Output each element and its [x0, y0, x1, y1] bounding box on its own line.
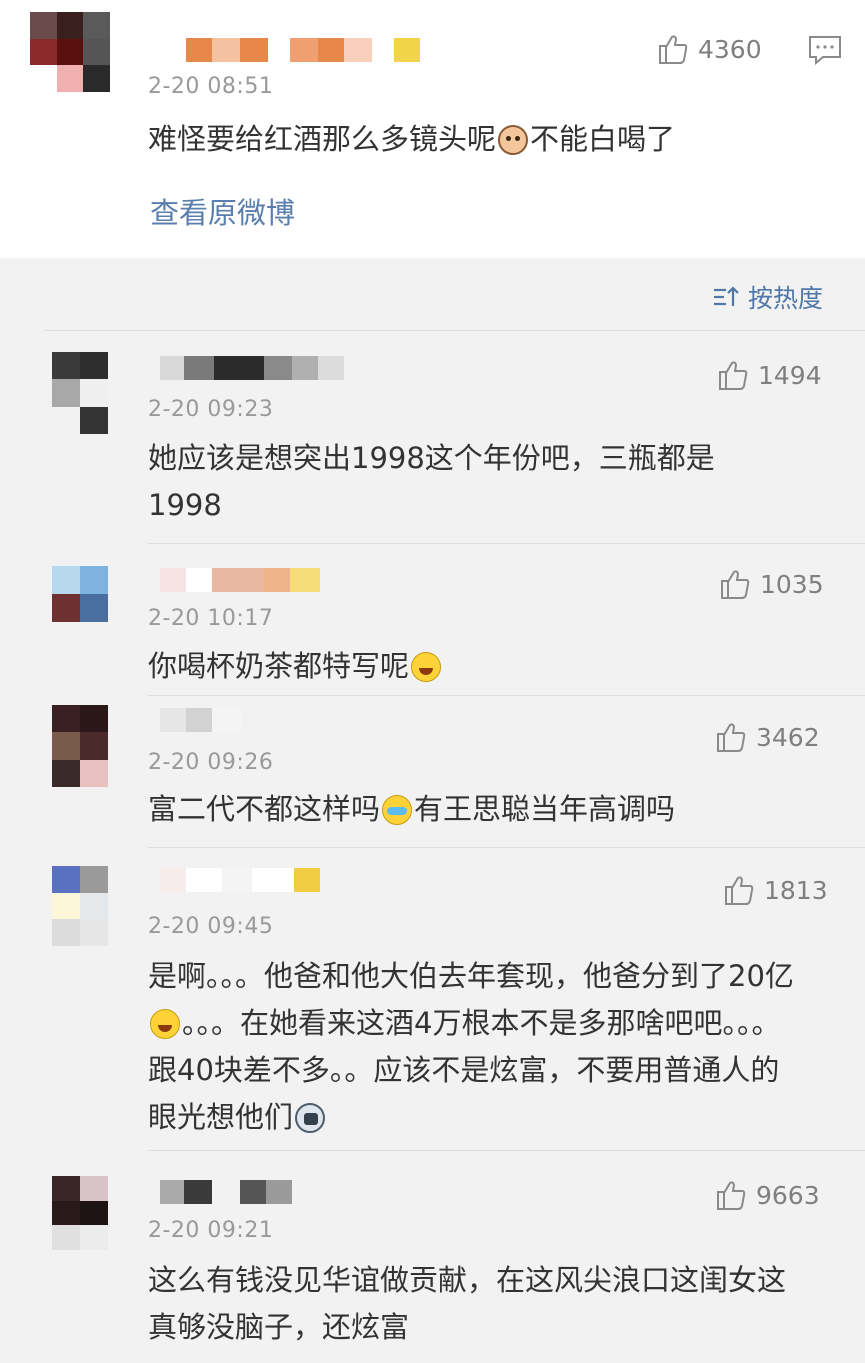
like-button[interactable]: 9663: [714, 1178, 820, 1212]
sort-by-hot-button[interactable]: 按热度: [712, 279, 823, 315]
comment-time: 2-20 09:23: [148, 397, 274, 422]
sort-label: 按热度: [748, 284, 824, 313]
avatar[interactable]: [52, 566, 108, 622]
thumbs-up-icon: [725, 876, 754, 905]
like-count: 3462: [756, 722, 820, 752]
like-count: 4360: [698, 34, 762, 64]
username-redacted[interactable]: [186, 38, 420, 62]
thumbs-up-icon: [659, 35, 688, 64]
divider: [148, 847, 865, 848]
username-redacted[interactable]: [160, 356, 344, 380]
like-button[interactable]: 1494: [716, 358, 822, 392]
like-count: 1494: [758, 360, 822, 390]
thumbs-up-icon: [717, 723, 746, 752]
cat-emoji: [498, 125, 529, 155]
comment-text: 是啊。。。他爸和他大伯去年套现，他爸分到了20亿。。。在她看来这酒4万根本不是多…: [148, 959, 794, 1134]
sort-icon: [714, 286, 739, 306]
comment-text: 这么有钱没见华谊做贡献，在这风尖浪口这闺女这真够没脑子，还炫富: [148, 1263, 787, 1344]
laugh-cry-emoji: [150, 1009, 180, 1039]
avatar[interactable]: [52, 705, 108, 787]
like-count: 1813: [764, 875, 828, 905]
thumbs-up-icon: [719, 361, 748, 390]
cry-emoji: [382, 795, 413, 825]
comment-time: 2-20 09:26: [148, 750, 274, 775]
avatar[interactable]: [52, 1176, 108, 1250]
like-button[interactable]: 1035: [718, 567, 824, 601]
comment-text: 富二代不都这样吗 有王思聪当年高调吗: [148, 792, 676, 826]
divider: [44, 330, 865, 331]
divider: [148, 695, 865, 696]
comment-text: 她应该是想突出1998这个年份吧，三瓶都是1998: [148, 441, 715, 522]
comment-time: 2-20 10:17: [148, 606, 274, 631]
username-redacted[interactable]: [160, 568, 320, 592]
laugh-cry-emoji: [411, 652, 442, 682]
thumbs-up-icon: [717, 1181, 746, 1210]
divider: [148, 543, 865, 544]
like-button[interactable]: 3462: [714, 720, 820, 754]
thumbs-up-icon: [721, 570, 750, 599]
avatar[interactable]: [30, 12, 110, 92]
comment-text: 难怪要给红酒那么多镜头呢 不能白喝了: [148, 122, 676, 156]
username-redacted[interactable]: [160, 708, 242, 732]
avatar[interactable]: [52, 352, 108, 434]
like-count: 9663: [756, 1180, 820, 1210]
comment-icon[interactable]: [807, 34, 843, 66]
username-redacted[interactable]: [160, 1180, 292, 1204]
avatar[interactable]: [52, 866, 108, 946]
featured-comment: 2-20 08:51 难怪要给红酒那么多镜头呢 不能白喝了 4360 查看原微博: [0, 0, 865, 258]
divider: [148, 1150, 865, 1151]
username-redacted[interactable]: [160, 868, 320, 892]
comment-time: 2-20 09:21: [148, 1218, 274, 1243]
comment-time: 2-20 09:45: [148, 914, 274, 939]
husky-emoji: [295, 1103, 326, 1133]
comment-text: 你喝杯奶茶都特写呢: [148, 643, 828, 690]
comment-time: 2-20 08:51: [148, 74, 274, 99]
like-count: 1035: [760, 569, 824, 599]
view-original-link[interactable]: 查看原微博: [150, 190, 295, 232]
like-button[interactable]: 4360: [656, 32, 762, 66]
like-button[interactable]: 1813: [722, 873, 828, 907]
